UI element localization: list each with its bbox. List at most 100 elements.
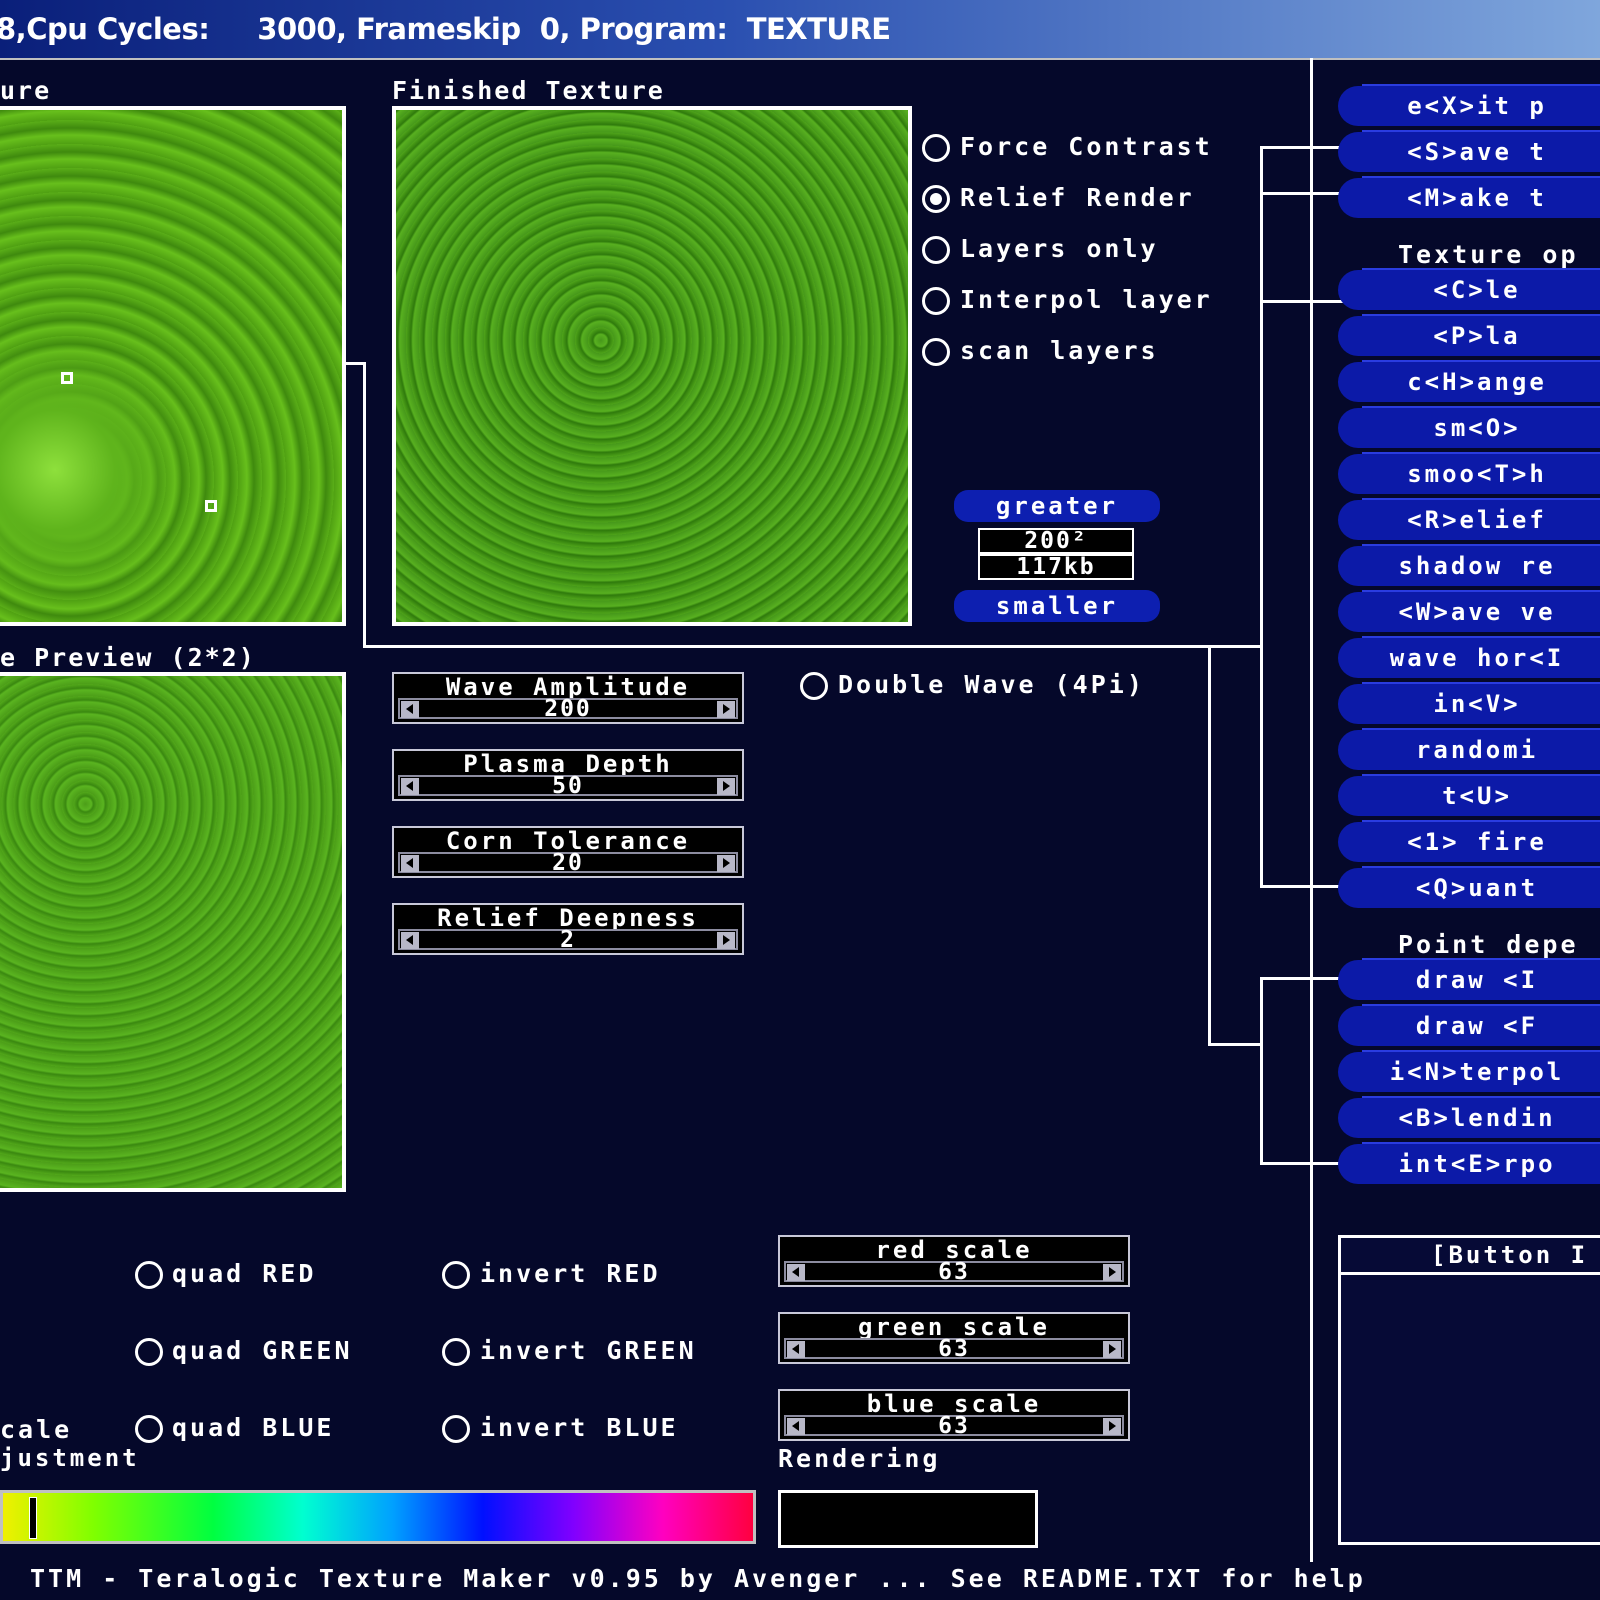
cmd-label: t<U> — [1442, 782, 1512, 810]
cmd-smooth-button[interactable]: sm<O> — [1338, 406, 1600, 448]
control-point-marker[interactable] — [205, 500, 217, 512]
quad-blue-radio[interactable] — [135, 1415, 163, 1443]
arrow-right-icon[interactable] — [717, 701, 735, 718]
double-wave-radio[interactable] — [800, 672, 828, 700]
cmd-save-button[interactable]: <S>ave t — [1338, 130, 1600, 172]
arrow-left-icon[interactable] — [401, 778, 419, 795]
slider-track[interactable]: 63 — [784, 1338, 1124, 1361]
quad-green-radio[interactable] — [135, 1338, 163, 1366]
cmd-label: e<X>it p — [1407, 92, 1547, 120]
cmd-clear-button[interactable]: <C>le — [1338, 268, 1600, 310]
arrow-right-icon[interactable] — [717, 855, 735, 872]
arrow-left-icon[interactable] — [787, 1418, 805, 1435]
scan-layers-radio[interactable] — [922, 338, 950, 366]
slider-track[interactable]: 63 — [784, 1259, 1124, 1285]
red-scale-slider[interactable]: red scale 63 — [778, 1235, 1130, 1287]
cmd-exit-button[interactable]: e<X>it p — [1338, 84, 1600, 126]
finished-texture-canvas — [392, 106, 912, 626]
slider-track[interactable]: 2 — [398, 929, 738, 952]
connector-line — [363, 645, 1263, 648]
corn-tolerance-slider[interactable]: Corn Tolerance 20 — [392, 826, 744, 878]
green-scale-slider[interactable]: green scale 63 — [778, 1312, 1130, 1364]
cmd-label: randomi — [1415, 736, 1539, 764]
cmd-tu-button[interactable]: t<U> — [1338, 774, 1600, 816]
rendering-progress-box — [778, 1490, 1038, 1548]
color-adjustment-marker[interactable] — [29, 1497, 37, 1539]
quad-green-label: quad GREEN — [172, 1336, 353, 1365]
cmd-shadow-button[interactable]: shadow re — [1338, 544, 1600, 586]
arrow-right-icon[interactable] — [1103, 1341, 1121, 1358]
cmd-label: <R>elief — [1407, 506, 1547, 534]
cmd-randomize-button[interactable]: randomi — [1338, 728, 1600, 770]
cmd-label: <S>ave t — [1407, 138, 1547, 166]
cmd-plasma-button[interactable]: <P>la — [1338, 314, 1600, 356]
cmd-wave-horizontal-button[interactable]: wave hor<I — [1338, 636, 1600, 678]
cmd-invert-button[interactable]: in<V> — [1338, 682, 1600, 724]
cmd-interpolate-button[interactable]: i<N>terpol — [1338, 1050, 1600, 1092]
cmd-label: <M>ake t — [1407, 184, 1547, 212]
arrow-right-icon[interactable] — [1103, 1418, 1121, 1435]
cmd-label: draw <I — [1415, 966, 1539, 994]
relief-render-radio[interactable] — [922, 185, 950, 213]
smaller-button[interactable]: smaller — [954, 590, 1160, 622]
slider-value: 63 — [938, 1259, 970, 1285]
cmd-label: wave hor<I — [1389, 644, 1565, 672]
cmd-wave-vertical-button[interactable]: <W>ave ve — [1338, 590, 1600, 632]
invert-green-radio[interactable] — [442, 1338, 470, 1366]
cmd-fire-button[interactable]: <1> fire — [1338, 820, 1600, 862]
cmd-smooth-t-button[interactable]: smoo<T>h — [1338, 452, 1600, 494]
arrow-left-icon[interactable] — [787, 1341, 805, 1358]
invert-blue-radio[interactable] — [442, 1415, 470, 1443]
cmd-quantize-button[interactable]: <Q>uant — [1338, 866, 1600, 908]
cmd-label: <P>la — [1433, 322, 1521, 350]
arrow-right-icon[interactable] — [1103, 1264, 1121, 1281]
cmd-relief-button[interactable]: <R>elief — [1338, 498, 1600, 540]
invert-red-label: invert RED — [480, 1259, 661, 1288]
panel-divider — [1310, 58, 1313, 1578]
double-wave-label: Double Wave (4Pi) — [838, 670, 1145, 699]
greater-button[interactable]: greater — [954, 490, 1160, 522]
invert-red-radio[interactable] — [442, 1261, 470, 1289]
arrow-left-icon[interactable] — [787, 1264, 805, 1281]
cmd-label: int<E>rpo — [1398, 1150, 1556, 1178]
arrow-left-icon[interactable] — [401, 701, 419, 718]
texture-canvas[interactable] — [0, 106, 346, 626]
connector-line — [1260, 977, 1263, 1165]
force-contrast-radio[interactable] — [922, 134, 950, 162]
cmd-blending-button[interactable]: <B>lendin — [1338, 1096, 1600, 1138]
cmd-label: draw <F — [1415, 1012, 1539, 1040]
cmd-change-button[interactable]: c<H>ange — [1338, 360, 1600, 402]
cmd-draw-f-button[interactable]: draw <F — [1338, 1004, 1600, 1046]
slider-track[interactable]: 50 — [398, 775, 738, 798]
relief-deepness-slider[interactable]: Relief Deepness 2 — [392, 903, 744, 955]
finished-texture-label: Finished Texture — [392, 76, 665, 105]
slider-track[interactable]: 200 — [398, 698, 738, 721]
arrow-right-icon[interactable] — [717, 778, 735, 795]
slider-track[interactable]: 63 — [784, 1415, 1124, 1438]
window-title: 8,Cpu Cycles: 3000, Frameskip 0, Program… — [0, 12, 891, 46]
plasma-depth-slider[interactable]: Plasma Depth 50 — [392, 749, 744, 801]
slider-value: 20 — [552, 850, 584, 876]
arrow-left-icon[interactable] — [401, 855, 419, 872]
slider-track[interactable]: 20 — [398, 850, 738, 876]
color-adjustment-bar[interactable] — [0, 1490, 756, 1544]
connector-line — [1208, 1043, 1262, 1046]
wave-amplitude-slider[interactable]: Wave Amplitude 200 — [392, 672, 744, 724]
point-dep-heading: Point depe — [1398, 930, 1579, 959]
preview-canvas — [0, 672, 346, 1192]
cmd-interpo-e-button[interactable]: int<E>rpo — [1338, 1142, 1600, 1184]
cmd-draw-i-button[interactable]: draw <I — [1338, 958, 1600, 1000]
arrow-left-icon[interactable] — [401, 932, 419, 949]
cmd-make-button[interactable]: <M>ake t — [1338, 176, 1600, 218]
cmd-label: <1> fire — [1407, 828, 1547, 856]
interpol-layer-radio[interactable] — [922, 287, 950, 315]
control-point-marker[interactable] — [61, 372, 73, 384]
rendering-label: Rendering — [778, 1444, 941, 1473]
quad-red-radio[interactable] — [135, 1261, 163, 1289]
layers-only-radio[interactable] — [922, 236, 950, 264]
cmd-label: smoo<T>h — [1407, 460, 1547, 488]
texture-label: ure — [0, 76, 52, 105]
arrow-right-icon[interactable] — [717, 932, 735, 949]
blue-scale-slider[interactable]: blue scale 63 — [778, 1389, 1130, 1441]
connector-line — [1208, 645, 1211, 1045]
